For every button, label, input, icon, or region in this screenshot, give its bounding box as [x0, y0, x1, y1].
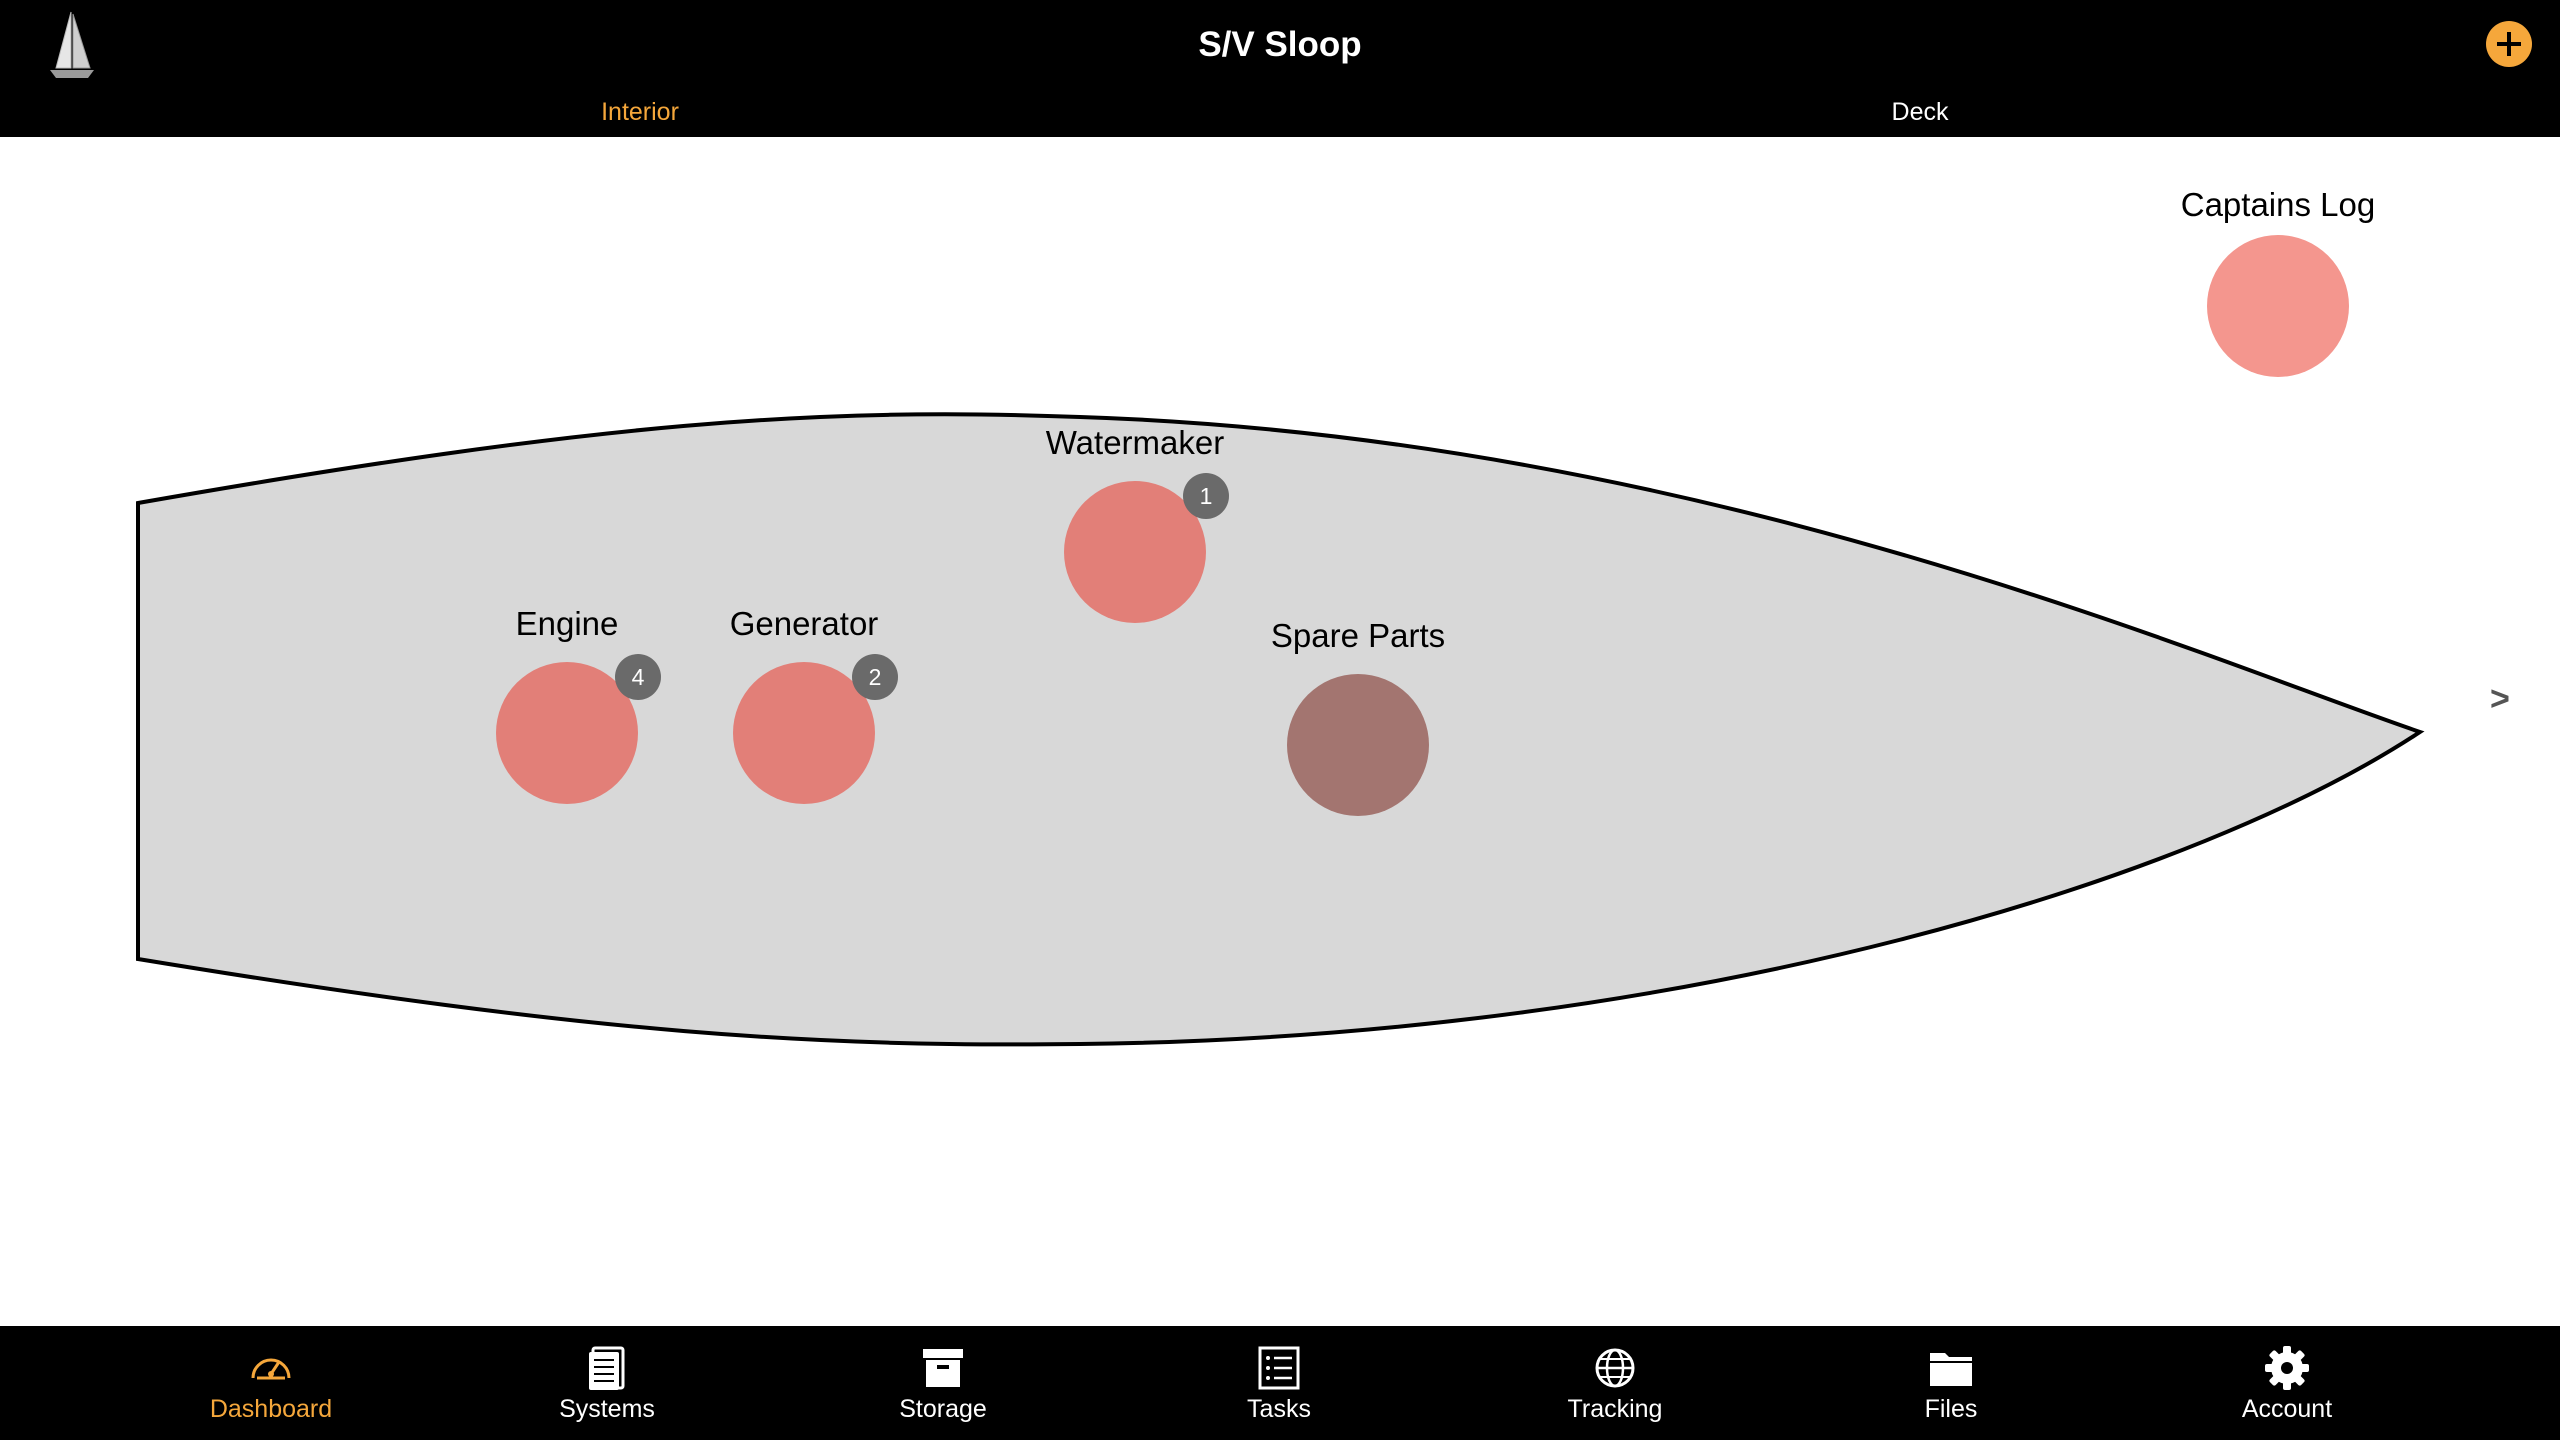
next-view-arrow[interactable]: > — [2490, 680, 2510, 719]
poi-label: Spare Parts — [1270, 617, 1446, 654]
folder-icon — [1930, 1353, 1972, 1386]
tab-tracking[interactable]: Tracking — [1447, 1326, 1783, 1440]
checklist-icon — [1258, 1346, 1300, 1390]
tab-storage[interactable]: Storage — [775, 1326, 1111, 1440]
tab-label: Systems — [559, 1395, 655, 1423]
tab-label: Tracking — [1567, 1395, 1663, 1423]
tab-account[interactable]: Account — [2119, 1326, 2455, 1440]
speedometer-icon — [251, 1358, 291, 1380]
poi-marker[interactable] — [2207, 235, 2349, 377]
boat-layout-canvas: Captains Log Watermaker 1 Engine 4 Gener… — [0, 137, 2560, 1326]
poi-label: Watermaker — [1045, 424, 1225, 461]
document-list-icon — [589, 1346, 625, 1390]
count-badge: 4 — [615, 654, 661, 700]
page-title: S/V Sloop — [1198, 25, 1362, 64]
tab-tasks[interactable]: Tasks — [1111, 1326, 1447, 1440]
tab-interior[interactable]: Interior — [0, 94, 1280, 130]
tab-label: Storage — [899, 1395, 987, 1423]
top-navigation-bar: S/V Sloop Interior Deck — [0, 0, 2560, 137]
add-button[interactable] — [2486, 21, 2532, 67]
archive-box-icon — [923, 1349, 963, 1387]
poi-marker[interactable] — [1287, 674, 1429, 816]
poi-label: Captains Log — [2180, 186, 2376, 223]
poi-label: Generator — [729, 605, 879, 642]
gear-icon — [2265, 1346, 2309, 1390]
count-badge: 1 — [1183, 473, 1229, 519]
tab-label: Dashboard — [209, 1395, 333, 1423]
tab-dashboard[interactable]: Dashboard — [103, 1326, 439, 1440]
tab-label: Tasks — [1247, 1395, 1311, 1423]
tab-files[interactable]: Files — [1783, 1326, 2119, 1440]
tab-deck[interactable]: Deck — [1280, 94, 2560, 130]
boat-hull-outline — [136, 412, 2425, 1047]
bottom-tab-bar: Dashboard Systems Storage Tasks Tracking… — [0, 1326, 2560, 1440]
tab-systems[interactable]: Systems — [439, 1326, 775, 1440]
tab-label: Account — [2241, 1395, 2333, 1423]
tab-label: Files — [1924, 1395, 1978, 1423]
count-badge: 2 — [852, 654, 898, 700]
globe-icon — [1595, 1348, 1635, 1388]
plus-icon — [2497, 32, 2521, 56]
